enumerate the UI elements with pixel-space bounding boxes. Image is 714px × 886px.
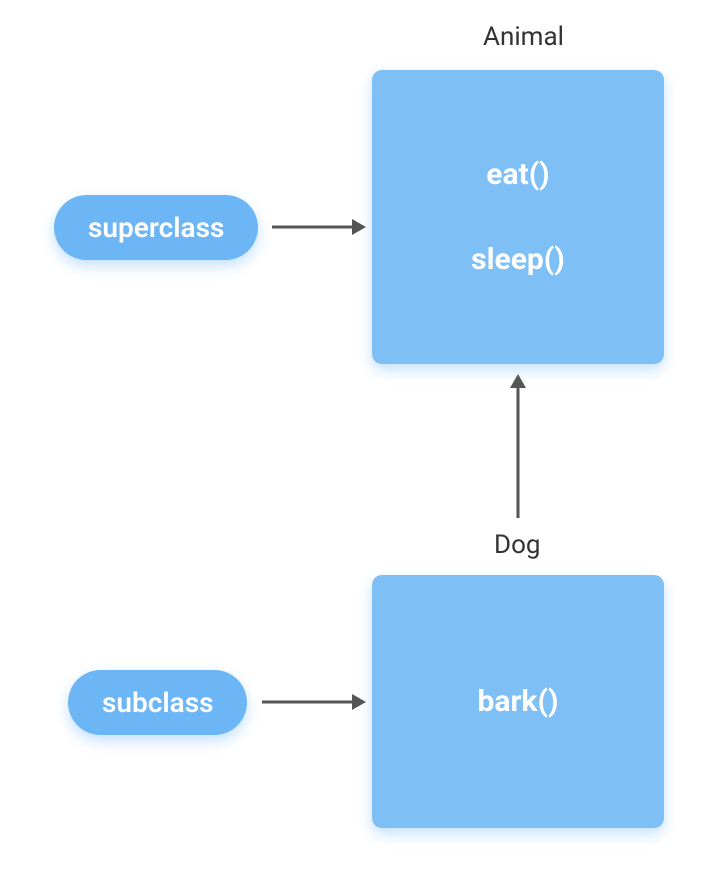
animal-method-sleep: sleep() (471, 242, 565, 277)
arrow-right-icon (272, 213, 366, 241)
arrow-up-icon (504, 374, 532, 518)
dog-method-bark: bark() (478, 684, 559, 719)
dog-class-box: bark() (372, 575, 664, 828)
superclass-pill: superclass (54, 195, 258, 260)
animal-class-label: Animal (483, 22, 564, 52)
animal-method-eat: eat() (486, 157, 549, 192)
subclass-pill: subclass (68, 670, 247, 735)
dog-class-label: Dog (494, 530, 541, 560)
superclass-pill-label: superclass (88, 211, 224, 244)
arrow-right-icon (262, 688, 366, 716)
subclass-pill-label: subclass (102, 686, 213, 719)
animal-class-box: eat() sleep() (372, 70, 664, 364)
